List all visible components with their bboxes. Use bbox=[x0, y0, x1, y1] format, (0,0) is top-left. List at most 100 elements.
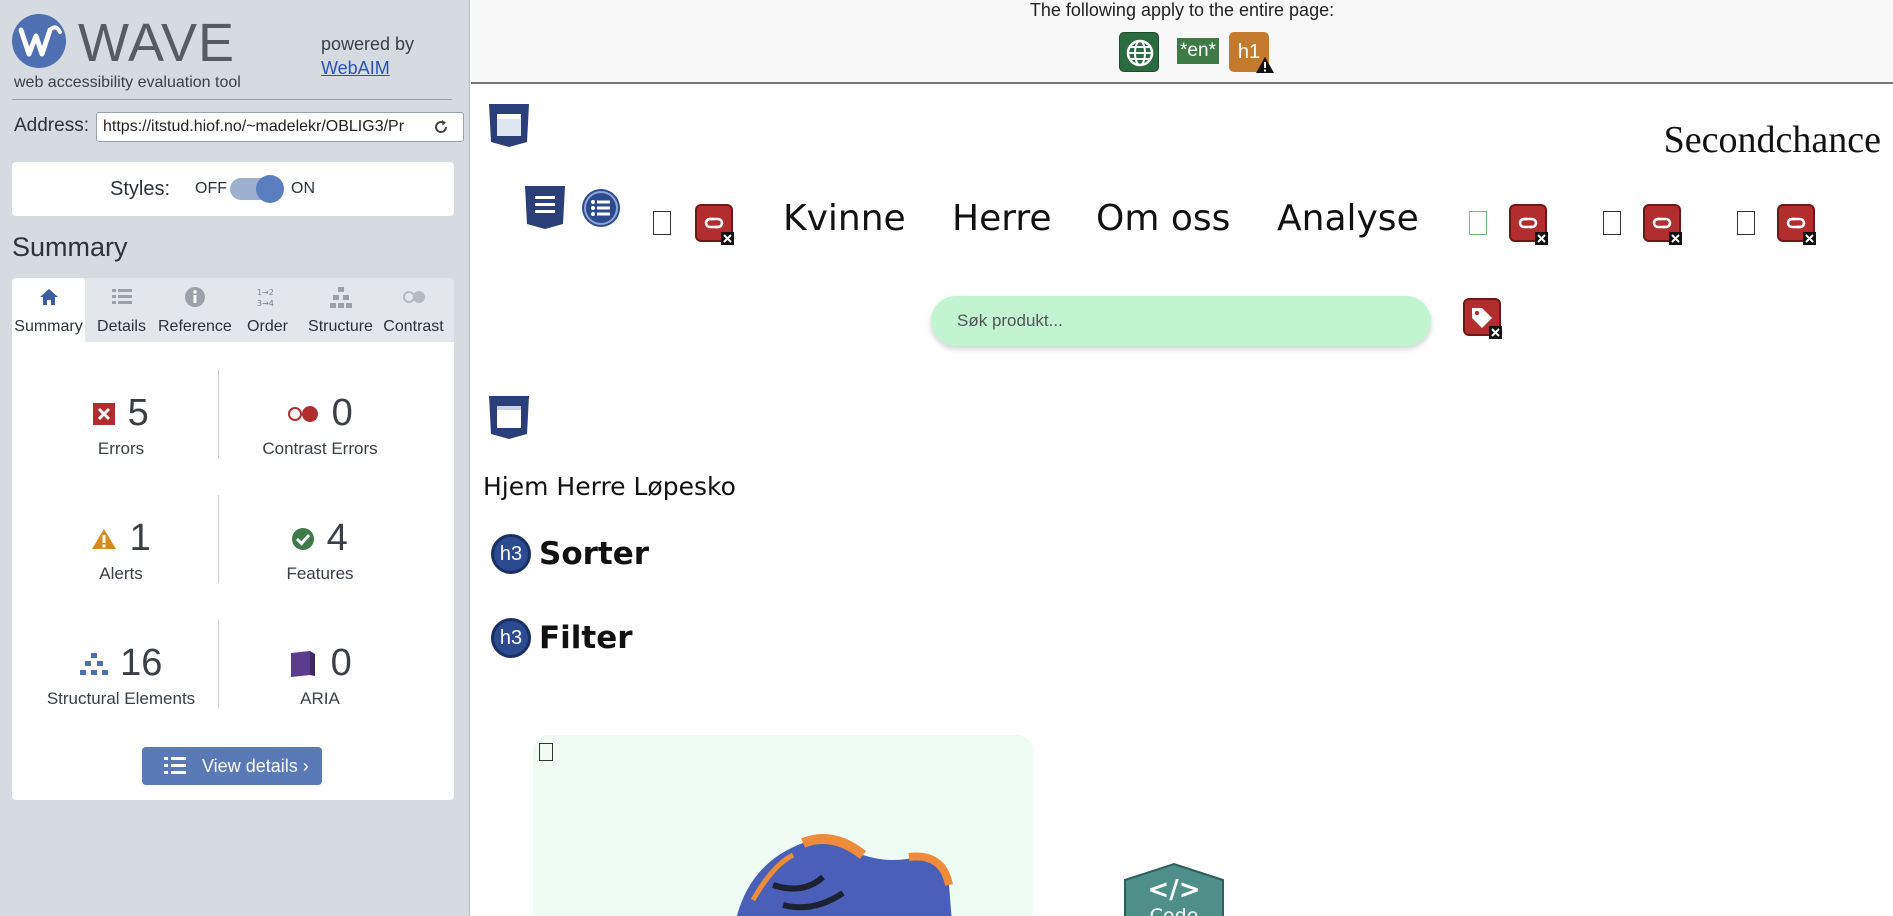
h3-icon[interactable]: h3 bbox=[491, 618, 531, 658]
toggle-knob bbox=[256, 175, 284, 203]
alerts-label: Alerts bbox=[99, 564, 143, 583]
contrast-count: 0 bbox=[331, 392, 353, 434]
view-details-label: View details › bbox=[202, 756, 309, 776]
broken-link-error-icon[interactable] bbox=[695, 204, 735, 246]
reload-icon[interactable] bbox=[432, 118, 450, 136]
code-symbol: </> bbox=[1147, 875, 1200, 905]
missing-label-error-icon[interactable] bbox=[1463, 298, 1503, 340]
nav-checkbox[interactable] bbox=[1469, 211, 1487, 235]
powered-by: powered by WebAIM bbox=[321, 32, 414, 80]
tab-structure[interactable]: Structure bbox=[304, 278, 377, 342]
structural-label: Structural Elements bbox=[46, 689, 196, 708]
search-input[interactable]: Søk produkt... bbox=[931, 296, 1431, 346]
contrast-label: Contrast Errors bbox=[262, 439, 378, 458]
tab-reference[interactable]: Reference bbox=[158, 278, 232, 342]
aria-label: ARIA bbox=[300, 689, 340, 708]
stat-features[interactable]: 4 Features bbox=[220, 517, 420, 584]
navigation-region-icon[interactable] bbox=[523, 184, 567, 230]
language-icon[interactable] bbox=[1119, 32, 1159, 72]
language-en-badge[interactable]: *en* bbox=[1177, 38, 1219, 64]
broken-link-error-icon[interactable] bbox=[1643, 204, 1683, 246]
site-brand[interactable]: Secondchance bbox=[1664, 118, 1881, 162]
header-divider bbox=[12, 99, 452, 100]
stat-aria[interactable]: 0 ARIA bbox=[220, 642, 420, 709]
structural-count: 16 bbox=[120, 642, 163, 684]
wave-sidebar: WAVE web accessibility evaluation tool p… bbox=[0, 0, 470, 916]
styles-toggle[interactable] bbox=[230, 175, 284, 203]
errors-count: 5 bbox=[127, 392, 149, 434]
running-shoe-image bbox=[736, 834, 953, 916]
unordered-list-icon[interactable] bbox=[581, 188, 621, 228]
styles-on-label: ON bbox=[291, 180, 315, 197]
tab-contrast[interactable]: Contrast bbox=[377, 278, 450, 342]
product-checkbox[interactable] bbox=[539, 743, 553, 761]
list-icon bbox=[112, 289, 132, 304]
filter-heading: Filter bbox=[539, 620, 633, 656]
tab-reference-label: Reference bbox=[158, 318, 232, 335]
home-icon bbox=[40, 289, 58, 305]
webaim-link[interactable]: WebAIM bbox=[321, 58, 390, 78]
aria-icon bbox=[291, 650, 316, 677]
styles-toggle-card: Styles: OFF ON bbox=[12, 162, 454, 216]
address-bar: Address: https://itstud.hiof.no/~madelek… bbox=[14, 112, 464, 142]
panel-tabs: Summary Details Reference 1→2 3→4 Order S… bbox=[12, 278, 454, 342]
address-input[interactable]: https://itstud.hiof.no/~madelekr/OBLIG3/… bbox=[96, 112, 464, 142]
page-banner: The following apply to the entire page: … bbox=[471, 0, 1893, 84]
stat-structural[interactable]: 16 Structural Elements bbox=[21, 642, 221, 709]
summary-heading: Summary bbox=[12, 232, 128, 262]
h3-icon[interactable]: h3 bbox=[491, 534, 531, 574]
structure-icon bbox=[330, 287, 352, 308]
nav-link-kvinne[interactable]: Kvinne bbox=[783, 198, 906, 239]
header-region-icon[interactable] bbox=[487, 102, 531, 148]
stat-contrast-errors[interactable]: 0 Contrast Errors bbox=[220, 392, 420, 459]
stat-errors[interactable]: 5 Errors bbox=[21, 392, 221, 459]
stat-alerts[interactable]: 1 Alerts bbox=[21, 517, 221, 584]
nav-link-om-oss[interactable]: Om oss bbox=[1096, 198, 1230, 239]
wave-title: WAVE bbox=[78, 13, 236, 73]
tab-summary[interactable]: Summary bbox=[12, 278, 85, 342]
tab-details-label: Details bbox=[97, 318, 146, 335]
tab-order-label: Order bbox=[247, 318, 288, 335]
tab-order[interactable]: 1→2 3→4 Order bbox=[231, 278, 304, 342]
product-card[interactable] bbox=[533, 735, 1033, 916]
tab-details[interactable]: Details bbox=[85, 278, 158, 342]
order-icon: 1→23→4 bbox=[257, 288, 274, 308]
list-icon bbox=[164, 757, 186, 774]
sorter-heading: Sorter bbox=[539, 536, 650, 572]
svg-text:1→2: 1→2 bbox=[257, 288, 274, 297]
contrast-error-icon bbox=[288, 405, 319, 422]
breadcrumb: Hjem Herre Løpesko bbox=[483, 472, 736, 501]
nav-link-herre[interactable]: Herre bbox=[952, 198, 1052, 239]
wave-tagline: web accessibility evaluation tool bbox=[14, 74, 241, 91]
nav-checkbox[interactable] bbox=[1603, 211, 1621, 235]
nav-checkbox[interactable] bbox=[653, 211, 671, 235]
svg-text:3→4: 3→4 bbox=[257, 299, 274, 308]
tab-contrast-label: Contrast bbox=[383, 318, 444, 335]
error-icon bbox=[93, 402, 116, 425]
warning-icon bbox=[1256, 57, 1274, 73]
alert-icon bbox=[92, 528, 117, 549]
summary-panel: 5 Errors 0 Contrast Errors 1 Alerts 4 Fe… bbox=[12, 342, 454, 800]
nav-checkbox[interactable] bbox=[1737, 211, 1755, 235]
wave-logo-icon bbox=[12, 14, 66, 68]
alerts-count: 1 bbox=[129, 517, 151, 559]
wave-header: WAVE web accessibility evaluation tool p… bbox=[12, 14, 452, 94]
broken-link-error-icon[interactable] bbox=[1509, 204, 1549, 246]
tab-structure-label: Structure bbox=[308, 318, 373, 335]
styles-label: Styles: bbox=[110, 178, 171, 200]
broken-link-error-icon[interactable] bbox=[1777, 204, 1817, 246]
banner-text: The following apply to the entire page: bbox=[1029, 0, 1335, 20]
view-details-button[interactable]: View details › bbox=[142, 747, 322, 785]
main-region-icon[interactable] bbox=[487, 394, 531, 440]
evaluated-page: The following apply to the entire page: … bbox=[471, 0, 1893, 916]
contrast-icon bbox=[403, 291, 425, 303]
structure-elements-icon bbox=[79, 652, 108, 675]
nav-link-analyse[interactable]: Analyse bbox=[1277, 198, 1419, 239]
info-icon bbox=[185, 287, 205, 307]
features-label: Features bbox=[286, 564, 354, 583]
features-count: 4 bbox=[326, 517, 348, 559]
address-label: Address: bbox=[14, 115, 89, 136]
code-icon[interactable]: </> Code bbox=[1117, 862, 1231, 916]
powered-by-text: powered by bbox=[321, 34, 415, 54]
code-label: Code bbox=[1150, 905, 1199, 916]
